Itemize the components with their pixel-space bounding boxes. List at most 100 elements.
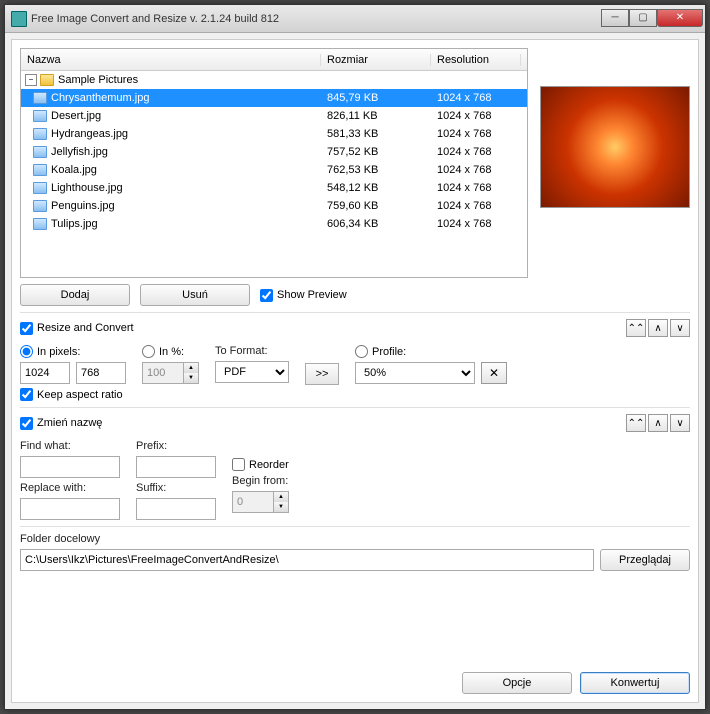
- client-area: Nazwa Rozmiar Resolution − Sample Pictur…: [11, 39, 699, 703]
- image-file-icon: [33, 218, 47, 230]
- col-name[interactable]: Nazwa: [21, 54, 321, 66]
- image-file-icon: [33, 92, 47, 104]
- section-collapse-icon[interactable]: ⌃⌃: [626, 319, 646, 337]
- file-row[interactable]: Desert.jpg 826,11 KB1024 x 768: [21, 107, 527, 125]
- delete-profile-button[interactable]: ✕: [481, 362, 507, 384]
- image-file-icon: [33, 200, 47, 212]
- file-name: Chrysanthemum.jpg: [51, 92, 149, 104]
- file-list[interactable]: Nazwa Rozmiar Resolution − Sample Pictur…: [20, 48, 528, 278]
- spin-down-icon[interactable]: ▼: [274, 502, 288, 512]
- file-size: 826,11 KB: [321, 110, 431, 122]
- close-button[interactable]: ✕: [657, 9, 703, 27]
- prefix-input[interactable]: [136, 456, 216, 478]
- file-name: Tulips.jpg: [51, 218, 98, 230]
- section-collapse-icon[interactable]: ⌃⌃: [626, 414, 646, 432]
- percent-input: [142, 362, 184, 384]
- image-file-icon: [33, 110, 47, 122]
- file-size: 757,52 KB: [321, 146, 431, 158]
- convert-button[interactable]: Konwertuj: [580, 672, 690, 694]
- in-pixels-radio[interactable]: In pixels:: [20, 345, 126, 358]
- file-size: 845,79 KB: [321, 92, 431, 104]
- image-file-icon: [33, 146, 47, 158]
- section-up-icon[interactable]: ∧: [648, 414, 668, 432]
- list-header: Nazwa Rozmiar Resolution: [21, 49, 527, 71]
- resize-enable-checkbox[interactable]: Resize and Convert: [20, 322, 134, 335]
- height-input[interactable]: [76, 362, 126, 384]
- folder-path-input[interactable]: [20, 549, 594, 571]
- file-size: 759,60 KB: [321, 200, 431, 212]
- profile-radio[interactable]: Profile:: [355, 345, 507, 358]
- replace-with-label: Replace with:: [20, 482, 120, 494]
- file-name: Jellyfish.jpg: [51, 146, 108, 158]
- show-preview-checkbox[interactable]: Show Preview: [260, 289, 347, 302]
- profile-select[interactable]: 50%: [355, 362, 475, 384]
- format-select[interactable]: PDF: [215, 361, 289, 383]
- file-name: Koala.jpg: [51, 164, 97, 176]
- prefix-label: Prefix:: [136, 440, 216, 452]
- file-name: Penguins.jpg: [51, 200, 115, 212]
- file-name: Desert.jpg: [51, 110, 101, 122]
- suffix-input[interactable]: [136, 498, 216, 520]
- tree-folder-row[interactable]: − Sample Pictures: [21, 71, 527, 89]
- begin-from-input: [232, 491, 274, 513]
- file-resolution: 1024 x 768: [431, 110, 521, 122]
- file-resolution: 1024 x 768: [431, 200, 521, 212]
- file-row[interactable]: Tulips.jpg606,34 KB1024 x 768: [21, 215, 527, 233]
- find-what-input[interactable]: [20, 456, 120, 478]
- minimize-button[interactable]: ─: [601, 9, 629, 27]
- window-title: Free Image Convert and Resize v. 2.1.24 …: [31, 13, 601, 25]
- col-size[interactable]: Rozmiar: [321, 54, 431, 66]
- resize-section: Resize and Convert ⌃⌃ ∧ ∨ In pixels:: [20, 312, 690, 401]
- file-size: 581,33 KB: [321, 128, 431, 140]
- add-button[interactable]: Dodaj: [20, 284, 130, 306]
- suffix-label: Suffix:: [136, 482, 216, 494]
- spin-up-icon[interactable]: ▲: [184, 363, 198, 373]
- file-name: Hydrangeas.jpg: [51, 128, 128, 140]
- file-resolution: 1024 x 768: [431, 146, 521, 158]
- rename-enable-checkbox[interactable]: Zmień nazwę: [20, 417, 102, 430]
- file-row[interactable]: Chrysanthemum.jpg 845,79 KB1024 x 768: [21, 89, 527, 107]
- app-icon: [11, 11, 27, 27]
- file-resolution: 1024 x 768: [431, 182, 521, 194]
- replace-with-input[interactable]: [20, 498, 120, 520]
- file-size: 548,12 KB: [321, 182, 431, 194]
- folder-icon: [40, 74, 54, 86]
- file-row[interactable]: Hydrangeas.jpg581,33 KB1024 x 768: [21, 125, 527, 143]
- folder-section: Folder docelowy Przeglądaj: [20, 526, 690, 571]
- section-up-icon[interactable]: ∧: [648, 319, 668, 337]
- image-file-icon: [33, 164, 47, 176]
- forward-button[interactable]: >>: [305, 363, 339, 385]
- find-what-label: Find what:: [20, 440, 120, 452]
- maximize-button[interactable]: ▢: [629, 9, 657, 27]
- file-resolution: 1024 x 768: [431, 218, 521, 230]
- width-input[interactable]: [20, 362, 70, 384]
- options-button[interactable]: Opcje: [462, 672, 572, 694]
- reorder-checkbox[interactable]: Reorder: [232, 458, 289, 471]
- keep-aspect-checkbox[interactable]: Keep aspect ratio: [20, 388, 126, 401]
- file-row[interactable]: Jellyfish.jpg 757,52 KB1024 x 768: [21, 143, 527, 161]
- spin-up-icon[interactable]: ▲: [274, 492, 288, 502]
- browse-button[interactable]: Przeglądaj: [600, 549, 690, 571]
- section-down-icon[interactable]: ∨: [670, 414, 690, 432]
- col-resolution[interactable]: Resolution: [431, 54, 521, 66]
- in-percent-radio[interactable]: In %:: [142, 345, 199, 358]
- file-row[interactable]: Penguins.jpg 759,60 KB1024 x 768: [21, 197, 527, 215]
- file-resolution: 1024 x 768: [431, 164, 521, 176]
- file-row[interactable]: Koala.jpg 762,53 KB1024 x 768: [21, 161, 527, 179]
- remove-button[interactable]: Usuń: [140, 284, 250, 306]
- app-window: Free Image Convert and Resize v. 2.1.24 …: [4, 4, 706, 710]
- file-row[interactable]: Lighthouse.jpg 548,12 KB1024 x 768: [21, 179, 527, 197]
- titlebar[interactable]: Free Image Convert and Resize v. 2.1.24 …: [5, 5, 705, 33]
- image-preview: [540, 86, 690, 208]
- rename-section: Zmień nazwę ⌃⌃ ∧ ∨ Find what: Replace wi…: [20, 407, 690, 520]
- section-down-icon[interactable]: ∨: [670, 319, 690, 337]
- expander-icon[interactable]: −: [25, 74, 37, 86]
- file-size: 762,53 KB: [321, 164, 431, 176]
- image-file-icon: [33, 128, 47, 140]
- folder-label: Sample Pictures: [58, 74, 138, 86]
- show-preview-input[interactable]: [260, 289, 273, 302]
- file-name: Lighthouse.jpg: [51, 182, 123, 194]
- image-file-icon: [33, 182, 47, 194]
- file-resolution: 1024 x 768: [431, 92, 521, 104]
- spin-down-icon[interactable]: ▼: [184, 373, 198, 383]
